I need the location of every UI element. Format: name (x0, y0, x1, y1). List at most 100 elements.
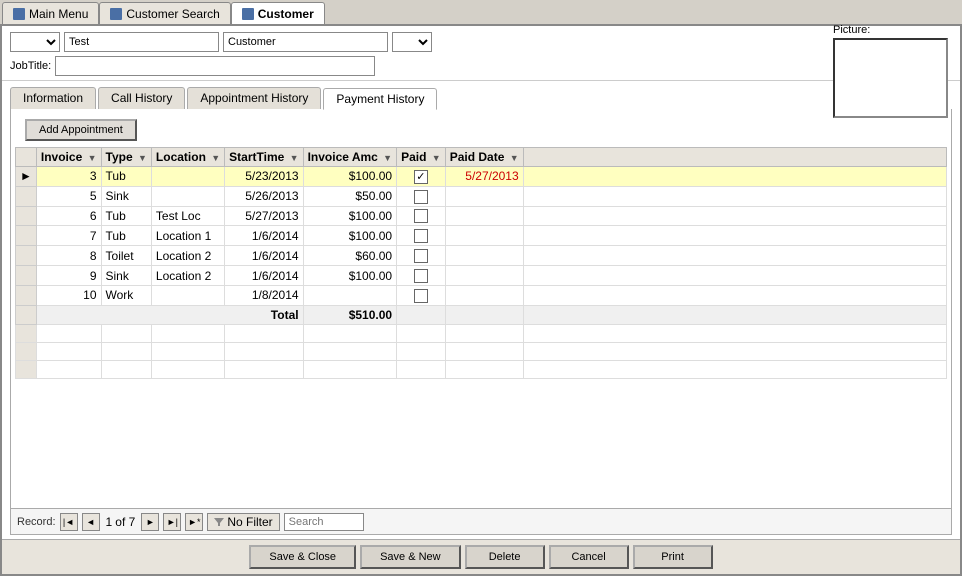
header-invoice[interactable]: Invoice ▼ (36, 148, 101, 167)
cancel-button[interactable]: Cancel (549, 545, 629, 569)
cell-paiddate (445, 266, 523, 286)
cell-paid[interactable] (397, 266, 446, 286)
tab-main-menu[interactable]: Main Menu (2, 2, 99, 24)
tab-customer-label: Customer (258, 7, 314, 21)
cell-spacer (523, 226, 946, 246)
row-arrow-cell (16, 226, 37, 246)
paid-checkbox[interactable] (414, 170, 428, 184)
header-arrow-col (16, 148, 37, 167)
paid-checkbox[interactable] (414, 289, 428, 303)
header-location[interactable]: Location ▼ (151, 148, 224, 167)
cell-spacer (523, 206, 946, 226)
cell-type: Sink (101, 266, 151, 286)
paid-sort-icon: ▼ (432, 153, 441, 163)
total-paiddate-cell (445, 305, 523, 324)
delete-button[interactable]: Delete (465, 545, 545, 569)
save-new-button[interactable]: Save & New (360, 545, 461, 569)
cell-starttime: 1/6/2014 (225, 266, 303, 286)
cell-paid[interactable] (397, 167, 446, 187)
cell-amount: $60.00 (303, 246, 397, 266)
cell-location (151, 186, 224, 206)
cell-starttime: 5/26/2013 (225, 186, 303, 206)
row-arrow-cell (16, 206, 37, 226)
table-row[interactable]: 5Sink5/26/2013$50.00 (16, 186, 947, 206)
cell-paid[interactable] (397, 226, 446, 246)
cell-type: Toilet (101, 246, 151, 266)
paid-checkbox[interactable] (414, 190, 428, 204)
header-type[interactable]: Type ▼ (101, 148, 151, 167)
table-row[interactable]: ►3Tub5/23/2013$100.005/27/2013 (16, 167, 947, 187)
cell-starttime: 1/6/2014 (225, 226, 303, 246)
table-row[interactable]: 7TubLocation 11/6/2014$100.00 (16, 226, 947, 246)
header-spacer (523, 148, 946, 167)
cell-type: Tub (101, 167, 151, 187)
tab-customer-search[interactable]: Customer Search (99, 2, 230, 24)
tab-appointment-history[interactable]: Appointment History (187, 87, 321, 109)
nav-new-button[interactable]: ►* (185, 513, 203, 531)
cell-spacer (523, 186, 946, 206)
table-empty-row (16, 324, 947, 342)
tab-customer-search-label: Customer Search (126, 7, 219, 21)
cell-location (151, 167, 224, 187)
tab-call-history[interactable]: Call History (98, 87, 185, 109)
header-paiddate[interactable]: Paid Date ▼ (445, 148, 523, 167)
action-bar: Save & Close Save & New Delete Cancel Pr… (2, 539, 960, 574)
table-row[interactable]: 8ToiletLocation 21/6/2014$60.00 (16, 246, 947, 266)
table-row[interactable]: 10Work1/8/2014 (16, 285, 947, 305)
nav-last-button[interactable]: ►| (163, 513, 181, 531)
cell-paiddate (445, 246, 523, 266)
customer-icon (242, 8, 254, 20)
cell-location: Location 2 (151, 266, 224, 286)
cell-location: Location 1 (151, 226, 224, 246)
total-amount-cell: $510.00 (303, 305, 397, 324)
add-appointment-button[interactable]: Add Appointment (25, 119, 137, 141)
no-filter-button[interactable]: No Filter (207, 513, 279, 531)
paid-checkbox[interactable] (414, 249, 428, 263)
cell-amount: $50.00 (303, 186, 397, 206)
cell-paid[interactable] (397, 246, 446, 266)
save-close-button[interactable]: Save & Close (249, 545, 356, 569)
print-button[interactable]: Print (633, 545, 713, 569)
customer-input[interactable] (223, 32, 388, 52)
main-menu-icon (13, 8, 25, 20)
suffix-dropdown[interactable] (392, 32, 432, 52)
location-sort-icon: ▼ (211, 153, 220, 163)
tab-payment-history[interactable]: Payment History (323, 88, 437, 110)
table-row[interactable]: 9SinkLocation 21/6/2014$100.00 (16, 266, 947, 286)
header-row2: JobTitle: (10, 56, 952, 76)
nav-current-record: 1 of 7 (106, 515, 136, 529)
header-starttime[interactable]: StartTime ▼ (225, 148, 303, 167)
tab-information[interactable]: Information (10, 87, 96, 109)
total-spacer-cell (523, 305, 946, 324)
cell-paid[interactable] (397, 186, 446, 206)
cell-paid[interactable] (397, 285, 446, 305)
name-input[interactable] (64, 32, 219, 52)
funnel-icon (214, 517, 224, 527)
type-sort-icon: ▼ (138, 153, 147, 163)
prefix-dropdown[interactable] (10, 32, 60, 52)
jobtitle-input[interactable] (55, 56, 375, 76)
search-input[interactable] (284, 513, 364, 531)
header-amount[interactable]: Invoice Amc ▼ (303, 148, 397, 167)
nav-first-button[interactable]: |◄ (60, 513, 78, 531)
starttime-sort-icon: ▼ (290, 153, 299, 163)
nav-next-button[interactable]: ► (141, 513, 159, 531)
nav-prev-button[interactable]: ◄ (82, 513, 100, 531)
header-paid[interactable]: Paid ▼ (397, 148, 446, 167)
cell-invoice: 5 (36, 186, 101, 206)
cell-amount: $100.00 (303, 266, 397, 286)
paid-checkbox[interactable] (414, 269, 428, 283)
cell-amount (303, 285, 397, 305)
tab-customer[interactable]: Customer (231, 2, 325, 24)
cell-invoice: 6 (36, 206, 101, 226)
table-row[interactable]: 6TubTest Loc5/27/2013$100.00 (16, 206, 947, 226)
main-tab-bar: Main Menu Customer Search Customer (0, 0, 962, 26)
paid-checkbox[interactable] (414, 229, 428, 243)
cell-paid[interactable] (397, 206, 446, 226)
cell-invoice: 7 (36, 226, 101, 246)
cell-invoice: 3 (36, 167, 101, 187)
inner-tab-bar: Information Call History Appointment His… (2, 81, 960, 109)
amount-sort-icon: ▼ (383, 153, 392, 163)
cell-invoice: 10 (36, 285, 101, 305)
paid-checkbox[interactable] (414, 209, 428, 223)
